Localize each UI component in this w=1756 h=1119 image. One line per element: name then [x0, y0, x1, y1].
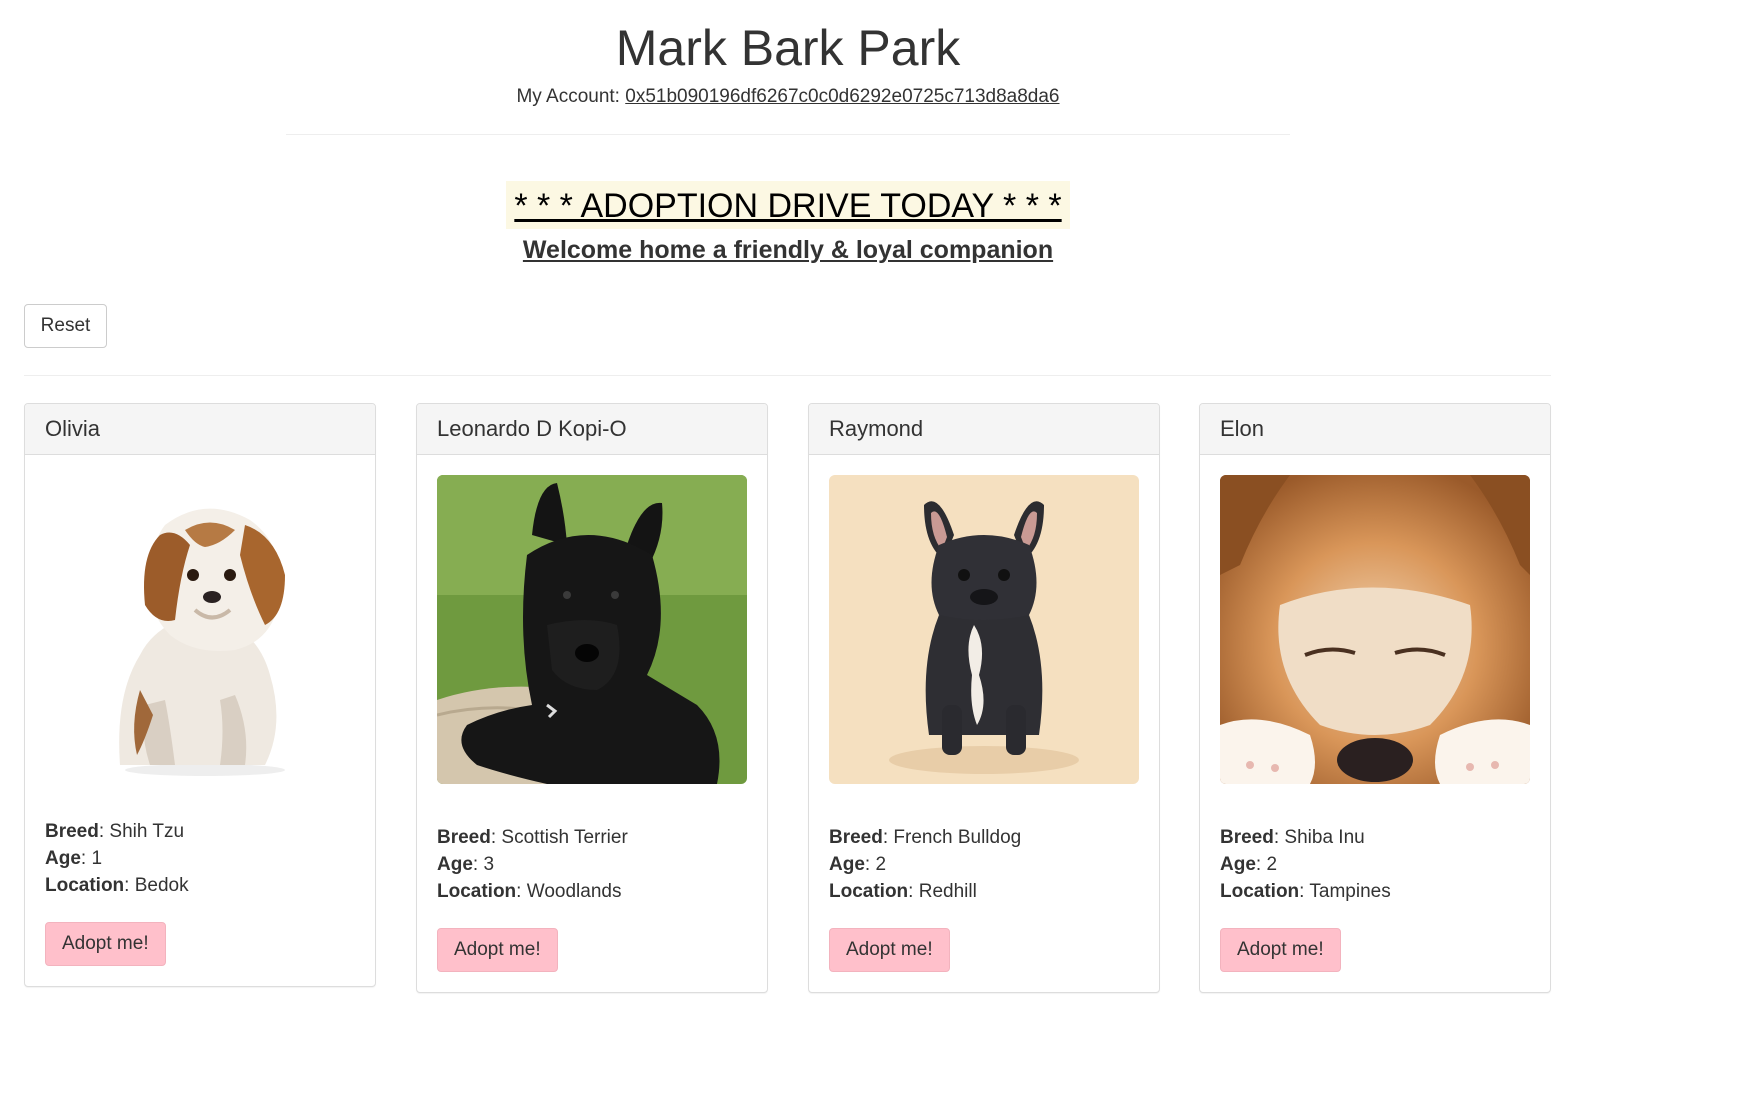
adopt-button[interactable]: Adopt me!	[829, 928, 950, 972]
account-label: My Account:	[516, 86, 626, 107]
banner: * * * ADOPTION DRIVE TODAY * * *	[0, 181, 1576, 229]
adopt-button[interactable]: Adopt me!	[1220, 928, 1341, 972]
location-value: Redhill	[918, 881, 977, 902]
adopt-button[interactable]: Adopt me!	[45, 922, 166, 966]
pet-breed: Breed: Shih Tzu	[45, 821, 185, 842]
pet-age: Age: 3	[437, 854, 495, 875]
pet-card-olivia: Olivia Breed: Shih Tzu Age: 1 Location: …	[24, 403, 376, 987]
pet-photo-french-bulldog	[829, 475, 1139, 784]
pet-card-raymond: Raymond Breed: French Bulldog Age: 2 Loc…	[808, 403, 1160, 993]
pet-info: Breed: Shiba Inu Age: 2 Location: Tampin…	[1220, 824, 1530, 905]
pet-age: Age: 2	[1220, 854, 1278, 875]
location-label: Location	[829, 881, 909, 902]
pet-location: Location: Redhill	[829, 881, 977, 902]
breed-value: Shiba Inu	[1284, 827, 1365, 848]
pet-age: Age: 1	[45, 848, 103, 869]
page-title: Mark Bark Park	[615, 20, 961, 76]
pet-location: Location: Woodlands	[437, 881, 622, 902]
breed-value: French Bulldog	[893, 827, 1022, 848]
breed-label: Breed	[437, 827, 491, 848]
age-value: 1	[91, 848, 103, 869]
age-value: 3	[483, 854, 495, 875]
pet-name: Olivia	[25, 404, 375, 455]
account-line: My Account: 0x51b090196df6267c0c0d6292e0…	[0, 86, 1576, 108]
pet-card-elon: Elon Breed: Shiba Inu Age: 2 Location: T…	[1199, 403, 1551, 993]
header-divider	[286, 134, 1290, 135]
pet-name: Leonardo D Kopi-O	[417, 404, 767, 455]
breed-label: Breed	[1220, 827, 1274, 848]
reset-button[interactable]: Reset	[24, 304, 107, 348]
adoption-subheadline: Welcome home a friendly & loyal companio…	[522, 236, 1054, 264]
age-label: Age	[1220, 854, 1256, 875]
pet-photo-scottish-terrier	[437, 475, 747, 784]
pet-breed: Breed: Shiba Inu	[1220, 827, 1365, 848]
pet-card-leonardo: Leonardo D Kopi-O Breed: Scottish Terrie…	[416, 403, 768, 993]
pet-info: Breed: Scottish Terrier Age: 3 Location:…	[437, 824, 747, 905]
pet-photo-shih-tzu	[45, 475, 355, 784]
content-divider	[24, 375, 1551, 376]
age-label: Age	[45, 848, 81, 869]
breed-label: Breed	[829, 827, 883, 848]
breed-label: Breed	[45, 821, 99, 842]
location-value: Woodlands	[526, 881, 622, 902]
age-value: 2	[1266, 854, 1278, 875]
breed-value: Shih Tzu	[109, 821, 185, 842]
pet-name: Elon	[1200, 404, 1550, 455]
pet-name: Raymond	[809, 404, 1159, 455]
age-label: Age	[437, 854, 473, 875]
age-value: 2	[875, 854, 887, 875]
pet-location: Location: Bedok	[45, 875, 189, 896]
age-label: Age	[829, 854, 865, 875]
location-value: Bedok	[134, 875, 189, 896]
pet-breed: Breed: Scottish Terrier	[437, 827, 628, 848]
location-value: Tampines	[1309, 881, 1391, 902]
location-label: Location	[1220, 881, 1300, 902]
pet-breed: Breed: French Bulldog	[829, 827, 1022, 848]
pet-age: Age: 2	[829, 854, 887, 875]
location-label: Location	[437, 881, 517, 902]
adoption-drive-headline: * * * ADOPTION DRIVE TODAY * * *	[506, 181, 1070, 229]
location-label: Location	[45, 875, 125, 896]
pet-info: Breed: Shih Tzu Age: 1 Location: Bedok	[45, 818, 355, 899]
account-address-link[interactable]: 0x51b090196df6267c0c0d6292e0725c713d8a8d…	[625, 86, 1059, 107]
pet-photo-shiba-inu	[1220, 475, 1530, 784]
pet-info: Breed: French Bulldog Age: 2 Location: R…	[829, 824, 1139, 905]
breed-value: Scottish Terrier	[501, 827, 628, 848]
adopt-button[interactable]: Adopt me!	[437, 928, 558, 972]
pet-location: Location: Tampines	[1220, 881, 1391, 902]
page: Mark Bark Park My Account: 0x51b090196df…	[0, 0, 1756, 1119]
